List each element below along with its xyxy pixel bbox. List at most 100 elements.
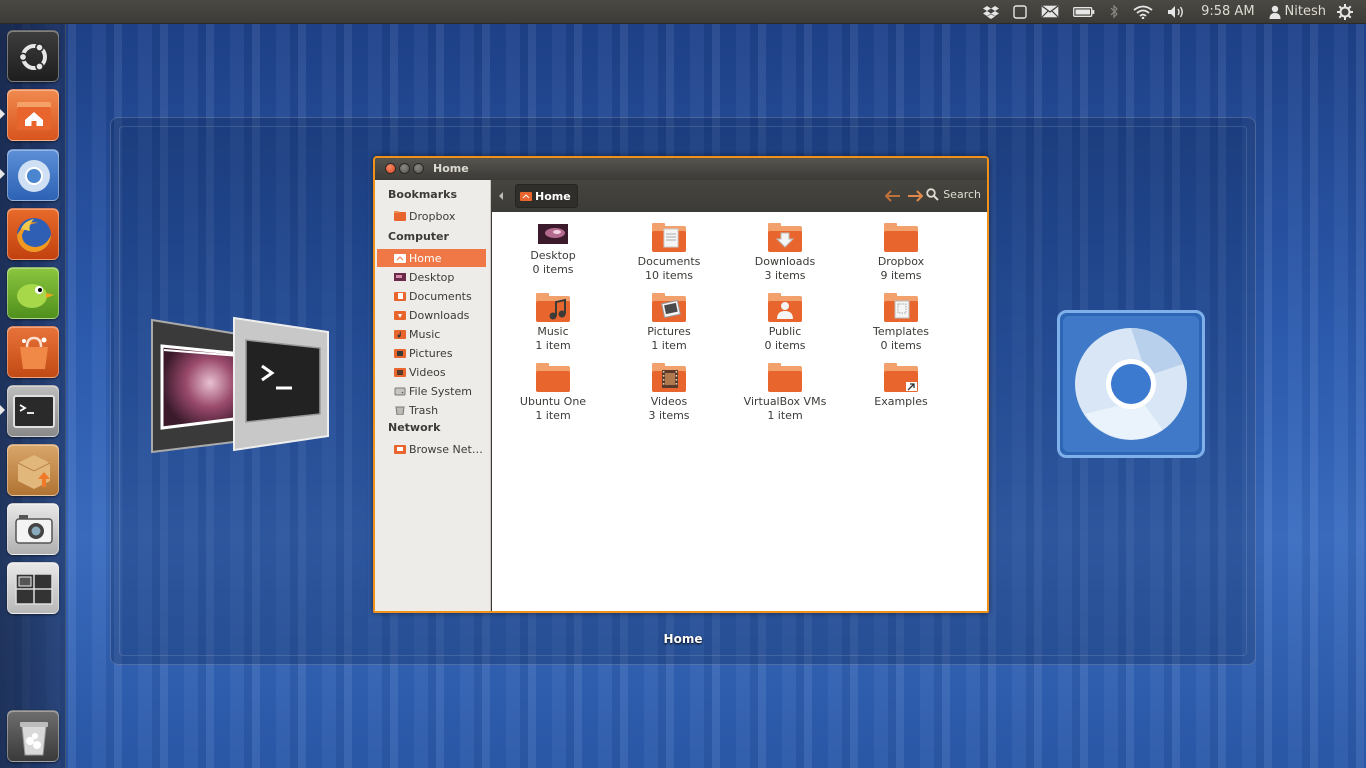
file-item-downloads[interactable]: Downloads 3 items	[730, 223, 840, 283]
file-item-videos[interactable]: Videos 3 items	[614, 363, 724, 423]
launcher-update-manager[interactable]	[7, 444, 59, 496]
file-count: 1 item	[651, 339, 687, 352]
mail-icon[interactable]	[1034, 0, 1066, 24]
sidebar-item-music[interactable]: Music	[377, 325, 486, 343]
file-name: Ubuntu One	[519, 395, 587, 408]
sidebar-item-home[interactable]: Home	[377, 249, 486, 267]
folder-icon	[884, 223, 918, 252]
file-item-pictures[interactable]: Pictures 1 item	[614, 293, 724, 353]
clock[interactable]: 9:58 AM	[1194, 0, 1261, 24]
file-name: Music	[537, 325, 569, 338]
launcher-terminal[interactable]	[7, 385, 59, 437]
documents-folder-icon	[652, 223, 686, 252]
file-manager-window: Home Bookmarks Dropbox Computer Home Des…	[373, 156, 989, 613]
minimize-icon[interactable]	[399, 163, 410, 174]
switcher-thumb-chromium[interactable]	[1057, 310, 1205, 461]
file-name: Pictures	[647, 325, 691, 338]
workspace-icon[interactable]	[1006, 0, 1034, 24]
file-count: 3 items	[648, 409, 690, 422]
user-menu[interactable]: Nitesh	[1262, 0, 1330, 24]
file-count: 9 items	[880, 269, 922, 282]
switcher-thumb-terminal[interactable]	[232, 316, 332, 455]
path-button-home[interactable]: Home	[515, 184, 578, 208]
close-icon[interactable]	[385, 163, 396, 174]
sidebar-item-label: Music	[409, 327, 441, 341]
file-item-ubuntu-one[interactable]: Ubuntu One 1 item	[498, 363, 608, 423]
home-folder-icon	[17, 102, 51, 130]
volume-icon[interactable]	[1160, 0, 1194, 24]
sidebar-item-pictures[interactable]: Pictures	[377, 344, 486, 362]
camera-icon	[15, 515, 53, 544]
sidebar-item-trash[interactable]: Trash	[377, 401, 486, 419]
sidebar-item-browse-network[interactable]: Browse Net…	[377, 440, 486, 458]
folder-icon	[394, 211, 406, 221]
sidebar-item-label: Home	[409, 251, 442, 265]
file-item-virtualbox-vms[interactable]: VirtualBox VMs 1 item	[730, 363, 840, 423]
videos-folder-icon	[652, 363, 686, 392]
sidebar-item-label: Browse Net…	[409, 442, 483, 456]
launcher-gwibber[interactable]	[7, 267, 59, 319]
launcher-workspace-switcher[interactable]	[7, 562, 59, 614]
sidebar-item-desktop[interactable]: Desktop	[377, 268, 486, 286]
window-titlebar[interactable]: Home	[375, 158, 987, 180]
file-count: 0 items	[764, 339, 806, 352]
running-indicator	[0, 169, 5, 179]
downloads-folder-icon	[768, 223, 802, 252]
bluetooth-icon[interactable]	[1102, 0, 1126, 24]
shopping-bag-icon	[20, 336, 48, 369]
file-item-templates[interactable]: Templates 0 items	[846, 293, 956, 353]
sidebar-item-documents[interactable]: Documents	[377, 287, 486, 305]
package-upload-icon	[17, 455, 51, 489]
file-count: 3 items	[764, 269, 806, 282]
file-item-examples[interactable]: Examples	[846, 363, 956, 409]
settings-gear-icon[interactable]	[1330, 0, 1360, 24]
file-item-music[interactable]: Music 1 item	[498, 293, 608, 353]
file-count: 0 items	[880, 339, 922, 352]
dropbox-icon[interactable]	[976, 0, 1006, 24]
top-panel: 9:58 AM Nitesh	[0, 0, 1366, 24]
bird-icon	[17, 284, 54, 308]
launcher-ubuntu-dash[interactable]	[7, 30, 59, 82]
hard-drive-icon	[394, 387, 406, 396]
desktop-icon	[394, 273, 406, 281]
sidebar-item-label: Pictures	[409, 346, 453, 360]
launcher-software-center[interactable]	[7, 326, 59, 378]
launcher-trash[interactable]	[7, 710, 59, 762]
launcher-camera[interactable]	[7, 503, 59, 555]
videos-folder-icon	[394, 368, 406, 377]
forward-icon[interactable]	[907, 190, 923, 202]
sidebar-item-downloads[interactable]: Downloads	[377, 306, 486, 324]
file-name: Dropbox	[877, 255, 925, 268]
workspaces-icon	[15, 573, 53, 605]
sidebar-item-file-system[interactable]: File System	[377, 382, 486, 400]
sidebar: Bookmarks Dropbox Computer Home Desktop …	[375, 180, 491, 611]
music-folder-icon	[394, 330, 406, 339]
file-item-documents[interactable]: Documents 10 items	[614, 223, 724, 283]
sidebar-item-label: Trash	[409, 403, 439, 417]
sidebar-heading-computer: Computer	[388, 230, 449, 243]
back-icon[interactable]	[885, 190, 901, 202]
battery-icon[interactable]	[1066, 0, 1102, 24]
wifi-icon[interactable]	[1126, 0, 1160, 24]
maximize-icon[interactable]	[413, 163, 424, 174]
file-item-dropbox[interactable]: Dropbox 9 items	[846, 223, 956, 283]
launcher-firefox[interactable]	[7, 208, 59, 260]
launcher-chromium[interactable]	[7, 149, 59, 201]
sidebar-item-label: File System	[409, 384, 472, 398]
terminal-icon	[13, 395, 55, 428]
file-item-public[interactable]: Public 0 items	[730, 293, 840, 353]
sidebar-item-label: Videos	[409, 365, 446, 379]
running-indicator	[0, 109, 5, 119]
file-item-desktop[interactable]: Desktop 0 items	[498, 223, 608, 277]
home-folder-icon	[394, 254, 406, 263]
launcher-home-folder[interactable]	[7, 89, 59, 141]
user-icon	[1269, 5, 1281, 19]
downloads-folder-icon	[394, 311, 406, 320]
search-button[interactable]: Search	[926, 188, 981, 201]
back-arrow-icon[interactable]	[497, 191, 505, 201]
file-name: Templates	[873, 325, 929, 338]
sidebar-item-videos[interactable]: Videos	[377, 363, 486, 381]
sidebar-item-dropbox[interactable]: Dropbox	[377, 207, 486, 225]
search-label: Search	[943, 188, 981, 201]
home-folder-icon	[520, 191, 532, 201]
